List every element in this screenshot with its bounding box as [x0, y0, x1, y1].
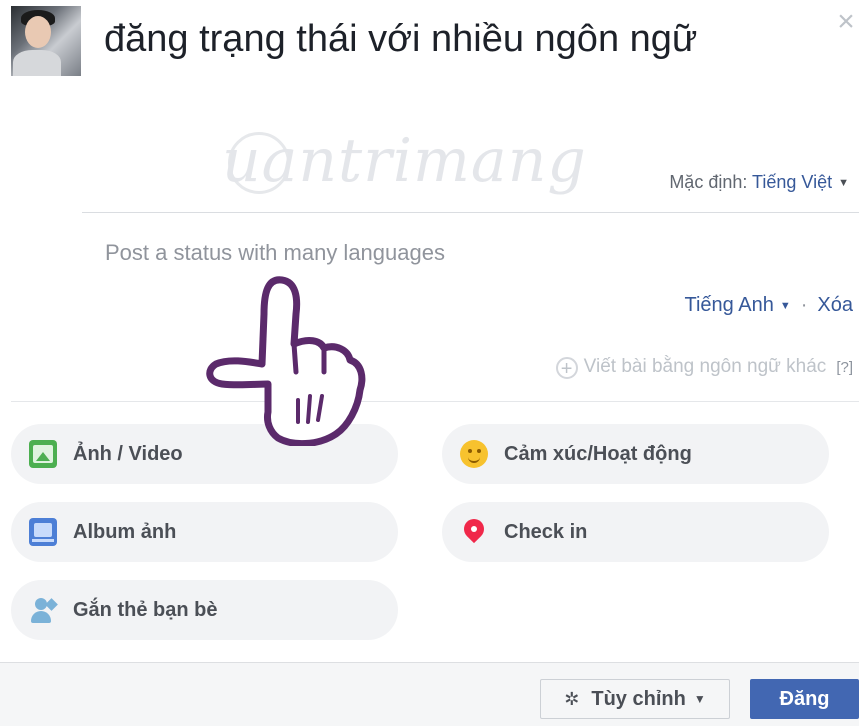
customize-label: Tùy chỉnh — [591, 687, 686, 710]
option-tag-friends[interactable]: Gắn thẻ bạn bè — [11, 580, 398, 640]
smile-icon — [460, 440, 488, 468]
option-label: Album ảnh — [73, 520, 177, 543]
default-language-label: Mặc định: — [669, 172, 748, 192]
status-input[interactable]: Post a status with many languages — [105, 240, 445, 266]
location-pin-icon — [460, 518, 488, 546]
gear-icon: ✲ — [564, 688, 580, 709]
avatar — [11, 6, 81, 76]
divider — [11, 401, 859, 402]
caret-down-icon: ▼ — [838, 177, 849, 189]
caret-down-icon: ▼ — [779, 300, 791, 312]
option-label: Ảnh / Video — [73, 442, 183, 465]
option-label: Check in — [504, 520, 588, 543]
option-label: Cảm xúc/Hoạt động — [504, 442, 692, 465]
composer-title: đăng trạng thái với nhiều ngôn ngữ — [104, 18, 698, 60]
close-icon[interactable]: × — [832, 7, 859, 37]
option-photo-album[interactable]: Album ảnh — [11, 502, 398, 562]
remove-language-link[interactable]: Xóa — [817, 294, 853, 316]
add-other-language[interactable]: + Viết bài bằng ngôn ngữ khác [?] — [555, 356, 853, 380]
caret-down-icon: ▼ — [693, 692, 706, 706]
composer-footer: ✲ Tùy chỉnh ▼ Đăng — [0, 662, 859, 726]
divider — [82, 212, 859, 213]
photo-video-icon — [29, 440, 57, 468]
watermark: uantrimang — [222, 126, 587, 196]
tag-friends-icon — [29, 596, 58, 624]
option-feeling-activity[interactable]: Cảm xúc/Hoạt động — [442, 424, 829, 484]
language-select[interactable]: Tiếng Anh ▼ — [685, 294, 791, 316]
default-language: Mặc định: Tiếng Việt ▼ — [669, 172, 849, 193]
default-language-select[interactable]: Tiếng Việt ▼ — [752, 172, 849, 192]
post-button[interactable]: Đăng — [750, 679, 859, 719]
album-icon — [29, 518, 57, 546]
customize-button[interactable]: ✲ Tùy chỉnh ▼ — [540, 679, 730, 719]
add-other-language-label: Viết bài bằng ngôn ngữ khác — [583, 356, 827, 377]
plus-circle-icon: + — [555, 357, 578, 380]
language-row: Tiếng Anh ▼ · Xóa — [685, 294, 853, 317]
pointing-hand-icon — [206, 276, 366, 446]
separator-dot: · — [800, 294, 808, 316]
option-check-in[interactable]: Check in — [442, 502, 829, 562]
help-link[interactable]: [?] — [836, 359, 853, 376]
option-label: Gắn thẻ bạn bè — [73, 598, 218, 621]
